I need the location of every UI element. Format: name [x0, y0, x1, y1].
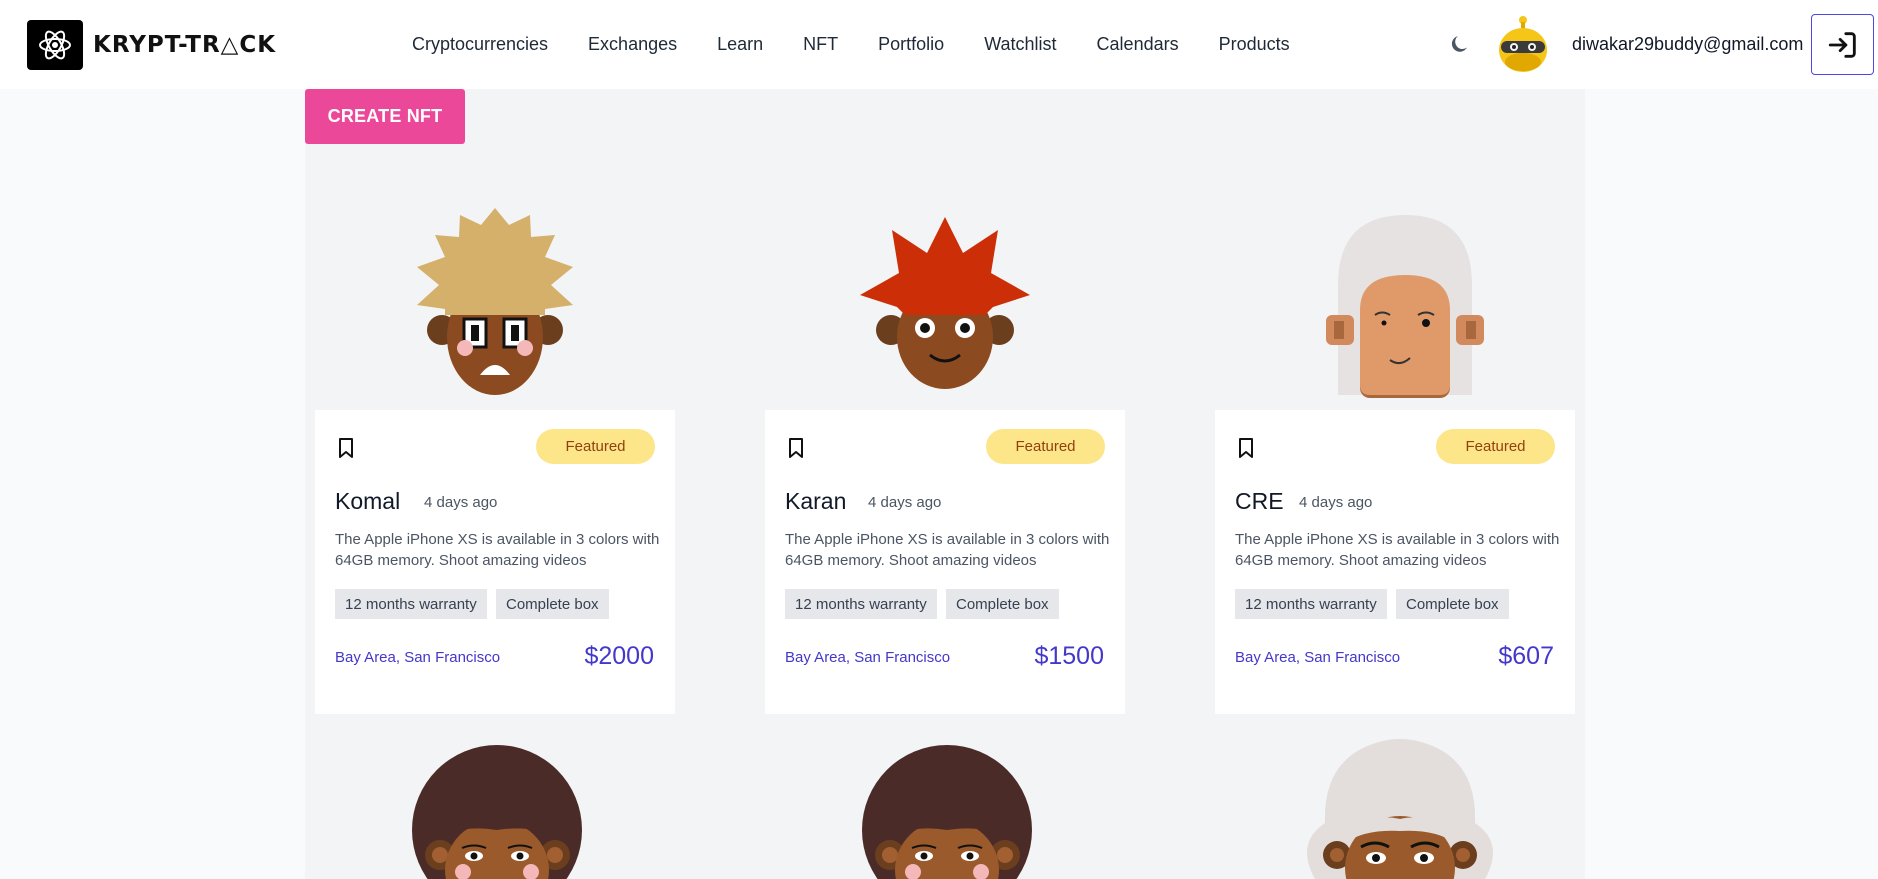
nav-item-exchanges[interactable]: Exchanges — [588, 34, 677, 55]
bookmark-icon[interactable] — [337, 437, 355, 459]
brand-name: KRYPT-TR△CK — [93, 32, 277, 58]
page-margin-right — [1585, 89, 1878, 879]
nft-price: $2000 — [584, 642, 654, 670]
nav-item-nft[interactable]: NFT — [803, 34, 838, 55]
login-arrow-icon — [1828, 31, 1856, 58]
nft-location[interactable]: Bay Area, San Francisco — [785, 649, 950, 666]
create-nft-button[interactable]: CREATE NFT — [305, 89, 465, 144]
nft-image-karan[interactable] — [855, 215, 1035, 395]
nft-image-row2-3[interactable] — [1295, 733, 1505, 879]
nft-name: CRE — [1235, 488, 1284, 514]
nft-date: 4 days ago — [1299, 494, 1373, 511]
featured-badge: Featured — [1436, 429, 1555, 464]
nft-image-komal[interactable] — [405, 205, 585, 395]
nav-item-products[interactable]: Products — [1219, 34, 1290, 55]
tag-warranty: 12 months warranty — [335, 589, 487, 619]
nft-card[interactable]: Featured CRE 4 days ago The Apple iPhone… — [1215, 410, 1575, 714]
tag-complete-box: Complete box — [496, 589, 609, 619]
tag-complete-box: Complete box — [1396, 589, 1509, 619]
nft-description: The Apple iPhone XS is available in 3 co… — [335, 531, 660, 569]
page-margin-left — [0, 89, 305, 879]
nft-date: 4 days ago — [868, 494, 942, 511]
nft-description: The Apple iPhone XS is available in 3 co… — [785, 531, 1110, 569]
nft-card[interactable]: Featured Karan 4 days ago The Apple iPho… — [765, 410, 1125, 714]
nft-date: 4 days ago — [424, 494, 498, 511]
bookmark-icon[interactable] — [1237, 437, 1255, 459]
tag-warranty: 12 months warranty — [1235, 589, 1387, 619]
main-nav: Cryptocurrencies Exchanges Learn NFT Por… — [412, 0, 1330, 89]
nft-name: Komal — [335, 488, 401, 514]
nft-card[interactable]: Featured Komal 4 days ago The Apple iPho… — [315, 410, 675, 714]
featured-badge: Featured — [536, 429, 655, 464]
brand-logo[interactable]: KRYPT-TR△CK — [27, 20, 276, 70]
tag-warranty: 12 months warranty — [785, 589, 937, 619]
nav-item-portfolio[interactable]: Portfolio — [878, 34, 944, 55]
nft-location[interactable]: Bay Area, San Francisco — [335, 649, 500, 666]
moon-icon[interactable] — [1448, 32, 1472, 56]
nav-item-watchlist[interactable]: Watchlist — [984, 34, 1056, 55]
nft-image-cre[interactable] — [1320, 215, 1490, 405]
nft-image-row2-2[interactable] — [860, 745, 1035, 879]
login-button[interactable] — [1811, 14, 1874, 75]
nft-image-row2-1[interactable] — [410, 745, 585, 879]
nav-item-learn[interactable]: Learn — [717, 34, 763, 55]
nft-name: Karan — [785, 488, 847, 514]
nft-location[interactable]: Bay Area, San Francisco — [1235, 649, 1400, 666]
tag-complete-box: Complete box — [946, 589, 1059, 619]
user-email[interactable]: diwakar29buddy@gmail.com — [1572, 34, 1803, 55]
nav-item-cryptocurrencies[interactable]: Cryptocurrencies — [412, 34, 548, 55]
user-avatar[interactable] — [1495, 14, 1551, 74]
nft-price: $607 — [1498, 642, 1554, 670]
featured-badge: Featured — [986, 429, 1105, 464]
nft-price: $1500 — [1034, 642, 1104, 670]
bookmark-icon[interactable] — [787, 437, 805, 459]
logo-icon — [27, 20, 83, 70]
nft-description: The Apple iPhone XS is available in 3 co… — [1235, 531, 1560, 569]
nav-item-calendars[interactable]: Calendars — [1097, 34, 1179, 55]
top-navbar: KRYPT-TR△CK Cryptocurrencies Exchanges L… — [0, 0, 1878, 89]
